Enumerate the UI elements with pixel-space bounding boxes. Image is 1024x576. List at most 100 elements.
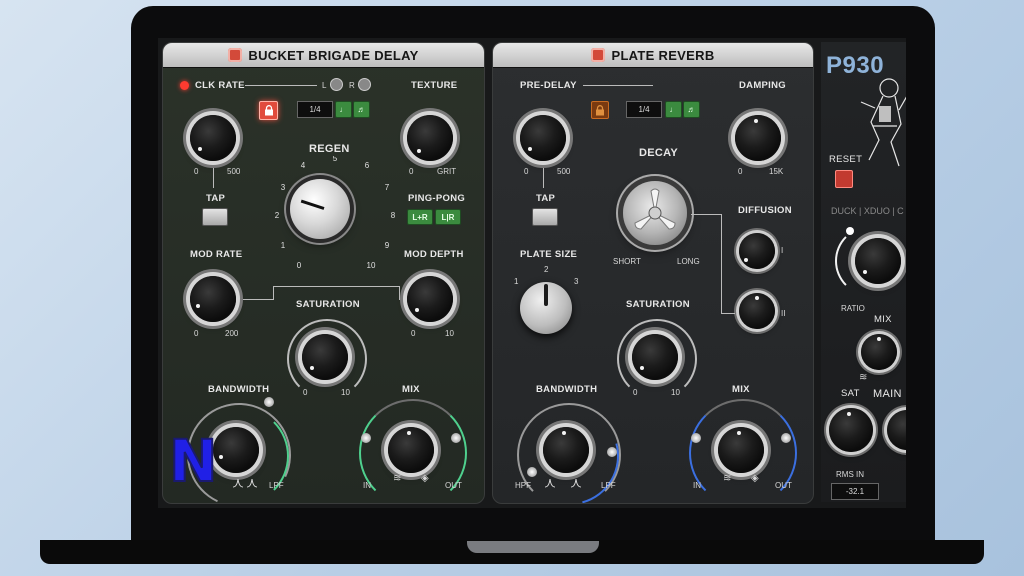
filter-shape-icon	[544, 478, 582, 488]
connector-line	[399, 286, 400, 300]
ping-pong-sum-button[interactable]: L+R	[407, 209, 433, 225]
power-icon[interactable]	[591, 48, 606, 62]
regen-tick: 7	[385, 183, 390, 192]
texture-knob[interactable]	[407, 115, 453, 161]
lpf-label: LPF	[269, 481, 284, 490]
power-icon[interactable]	[228, 48, 243, 62]
channel-logo-n: N	[168, 431, 227, 491]
ratio-knob[interactable]	[855, 238, 901, 284]
notes-icon: ♬	[357, 105, 366, 114]
mix-label: MIX	[732, 384, 750, 395]
plate-size-label: PLATE SIZE	[520, 249, 578, 260]
right-trim-knob[interactable]	[359, 79, 370, 90]
damping-knob[interactable]	[735, 115, 781, 161]
regen-tick: 2	[275, 211, 280, 220]
bandwidth-label: BANDWIDTH	[208, 384, 270, 395]
lpf-handle[interactable]	[264, 397, 274, 407]
regen-tick: 6	[365, 161, 370, 170]
diffusion-2-knob[interactable]	[739, 293, 775, 329]
ratio-label: RATIO	[841, 304, 865, 313]
sat-knob[interactable]	[829, 408, 873, 452]
mix-in-handle[interactable]	[361, 433, 371, 443]
note-division-select[interactable]: 1/4	[626, 101, 662, 118]
main-knob[interactable]	[887, 410, 906, 450]
regen-tick: 9	[385, 241, 390, 250]
lpf-label: LPF	[601, 481, 616, 490]
mod-rate-max: 200	[225, 329, 239, 338]
mod-depth-label: MOD DEPTH	[404, 249, 464, 260]
plate-size-selector[interactable]	[520, 282, 572, 334]
regen-tick: 10	[367, 261, 376, 270]
note-straight-button[interactable]: ♩	[665, 101, 682, 118]
bandwidth-knob[interactable]	[543, 427, 589, 473]
connector-line	[543, 168, 544, 188]
connector-line	[721, 313, 735, 314]
connector-line	[721, 214, 722, 314]
sat-label: SAT	[841, 388, 860, 399]
sync-lock-button[interactable]	[591, 101, 609, 119]
mix-knob[interactable]	[388, 427, 434, 473]
tap-label: TAP	[206, 193, 226, 204]
mode-tabs[interactable]: DUCK | XDUO | C	[831, 206, 904, 216]
tap-button[interactable]	[202, 208, 228, 226]
tap-label: TAP	[536, 193, 556, 204]
left-trim-knob[interactable]	[331, 79, 342, 90]
note-straight-button[interactable]: ♩	[335, 101, 352, 118]
mod-rate-knob[interactable]	[190, 276, 236, 322]
saturation-max: 10	[341, 388, 350, 397]
drop-icon: ◈	[751, 473, 759, 484]
saturation-knob[interactable]	[302, 334, 348, 380]
mix-knob[interactable]	[718, 427, 764, 473]
ping-pong-split-button[interactable]: L|R	[435, 209, 461, 225]
pre-delay-max: 500	[557, 167, 571, 176]
reset-button[interactable]	[835, 170, 853, 188]
mix-out-handle[interactable]	[451, 433, 461, 443]
plate-size-2: 2	[544, 265, 549, 274]
mix-knob[interactable]	[861, 334, 897, 370]
connector-line	[245, 85, 317, 86]
mix-label: MIX	[402, 384, 420, 395]
note-division-select[interactable]: 1/4	[297, 101, 333, 118]
diffusion-1-knob[interactable]	[739, 233, 775, 269]
bandwidth-label: BANDWIDTH	[536, 384, 598, 395]
decay-knob[interactable]	[623, 181, 687, 245]
regen-tick: 8	[391, 211, 396, 220]
main-label: MAIN	[873, 388, 902, 400]
mod-depth-knob[interactable]	[407, 276, 453, 322]
mix-in-label: IN	[693, 481, 701, 490]
rms-in-readout: -32.1	[831, 483, 879, 500]
saturation-knob[interactable]	[632, 334, 678, 380]
clk-rate-knob[interactable]	[190, 115, 236, 161]
saturation-label: SATURATION	[296, 299, 360, 310]
mix-in-handle[interactable]	[691, 433, 701, 443]
pre-delay-knob[interactable]	[520, 115, 566, 161]
drop-icon: ◈	[421, 473, 429, 484]
plate-size-3: 3	[574, 277, 579, 286]
tap-button[interactable]	[532, 208, 558, 226]
texture-min: 0	[409, 167, 414, 176]
note-icon: ♩	[339, 105, 348, 114]
hpf-label: HPF	[515, 481, 531, 490]
diffusion-1-label: I	[781, 246, 784, 255]
saturation-min: 0	[633, 388, 638, 397]
sync-lock-button[interactable]	[259, 101, 278, 120]
clk-min: 0	[194, 167, 199, 176]
note-dotted-button[interactable]: ♬	[683, 101, 700, 118]
regen-knob[interactable]	[290, 179, 350, 239]
ratio-handle[interactable]	[846, 227, 854, 235]
logo-letter: N	[168, 427, 219, 495]
connector-line	[691, 214, 721, 215]
lpf-handle[interactable]	[607, 447, 617, 457]
regen-tick: 4	[301, 161, 306, 170]
hpf-handle[interactable]	[527, 467, 537, 477]
damping-max: 15K	[769, 167, 784, 176]
lock-icon	[264, 105, 273, 116]
clk-rate-led[interactable]	[180, 81, 189, 90]
connector-line	[273, 286, 399, 287]
saturation-max: 10	[671, 388, 680, 397]
right-label: R	[349, 81, 355, 90]
note-dotted-button[interactable]: ♬	[353, 101, 370, 118]
mix-out-handle[interactable]	[781, 433, 791, 443]
bbd-header: BUCKET BRIGADE DELAY	[163, 43, 484, 68]
pre-delay-min: 0	[524, 167, 529, 176]
